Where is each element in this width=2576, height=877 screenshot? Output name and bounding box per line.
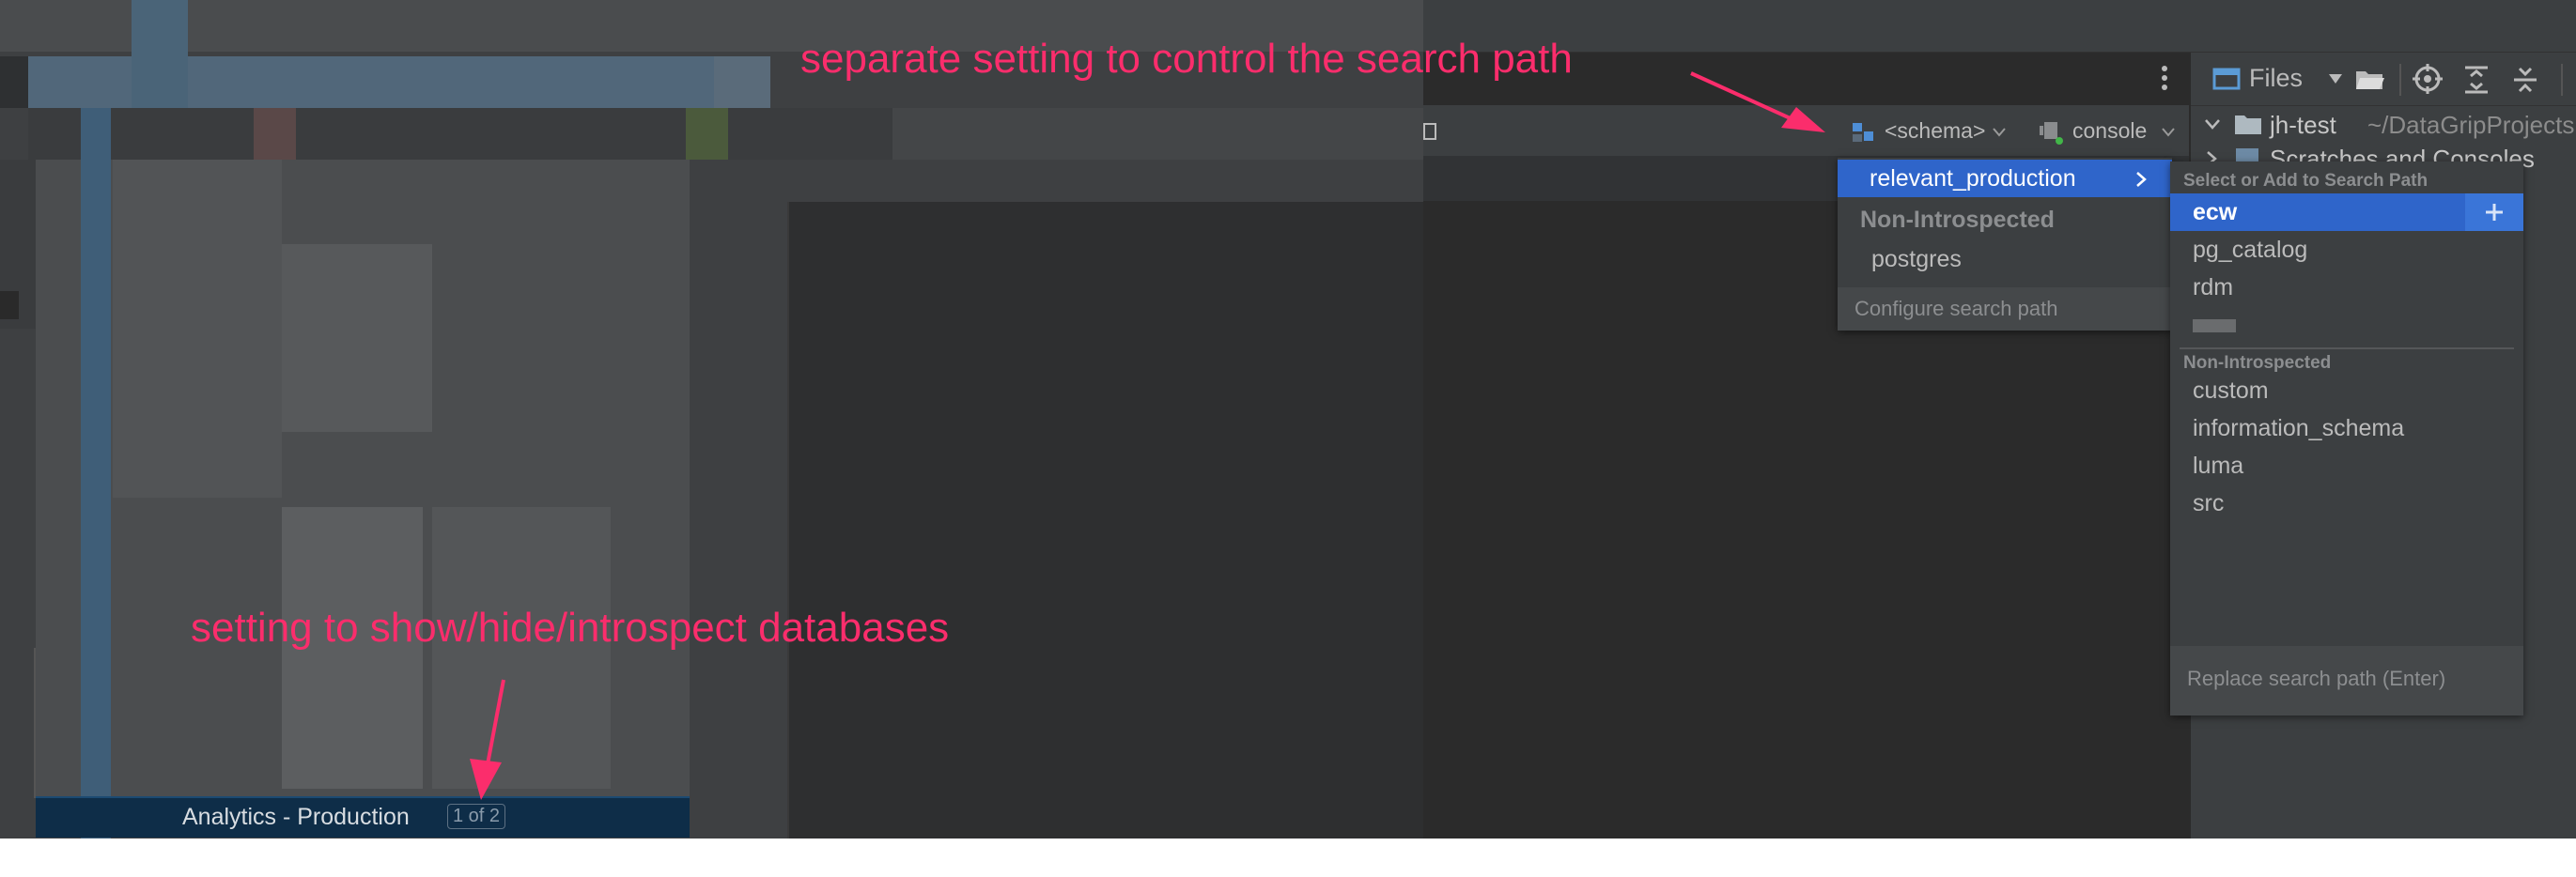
arrow-to-schema-head xyxy=(1781,107,1825,132)
arrow-to-schema-line xyxy=(1690,71,1795,122)
arrow-to-status-line xyxy=(486,679,505,765)
arrow-to-status-head xyxy=(470,759,502,800)
annotation-arrows xyxy=(470,71,1825,800)
